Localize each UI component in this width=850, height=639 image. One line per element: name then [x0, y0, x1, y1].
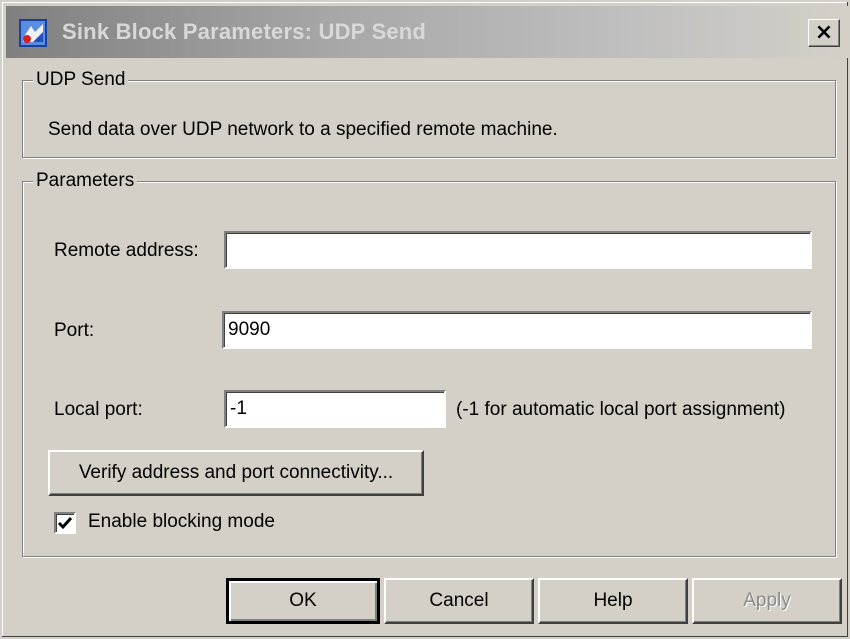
ok-button[interactable]: OK: [226, 578, 380, 624]
window-title: Sink Block Parameters: UDP Send: [62, 19, 427, 44]
blocking-mode-checkbox[interactable]: [54, 512, 76, 534]
port-label: Port:: [54, 320, 95, 341]
apply-label: Apply: [743, 590, 791, 611]
description-group-legend: UDP Send: [33, 69, 129, 91]
help-button[interactable]: Help: [538, 578, 688, 624]
parameters-group-legend: Parameters: [33, 170, 138, 192]
title-bar[interactable]: Sink Block Parameters: UDP Send ×: [6, 6, 848, 58]
verify-connectivity-label: Verify address and port connectivity...: [78, 462, 394, 483]
close-button[interactable]: ×: [808, 19, 840, 47]
cancel-label: Cancel: [429, 590, 489, 611]
local-port-hint: (-1 for automatic local port assignment): [456, 399, 786, 420]
remote-address-label: Remote address:: [54, 240, 199, 261]
help-label: Help: [593, 590, 633, 611]
close-icon: ×: [814, 20, 834, 45]
ok-label: OK: [289, 590, 317, 611]
local-port-input[interactable]: [224, 390, 446, 428]
local-port-label: Local port:: [54, 399, 143, 420]
cancel-button[interactable]: Cancel: [384, 578, 534, 624]
block-parameters-dialog: Sink Block Parameters: UDP Send × UDP Se…: [0, 0, 850, 639]
checkmark-icon: [57, 517, 73, 530]
port-input[interactable]: [222, 311, 812, 349]
blocking-mode-label: Enable blocking mode: [88, 511, 275, 532]
block-description: Send data over UDP network to a specifie…: [48, 119, 558, 140]
remote-address-input[interactable]: [224, 231, 812, 269]
simulink-block-icon: [19, 19, 47, 47]
apply-button[interactable]: Apply: [692, 578, 842, 624]
verify-connectivity-button[interactable]: Verify address and port connectivity...: [48, 450, 424, 496]
